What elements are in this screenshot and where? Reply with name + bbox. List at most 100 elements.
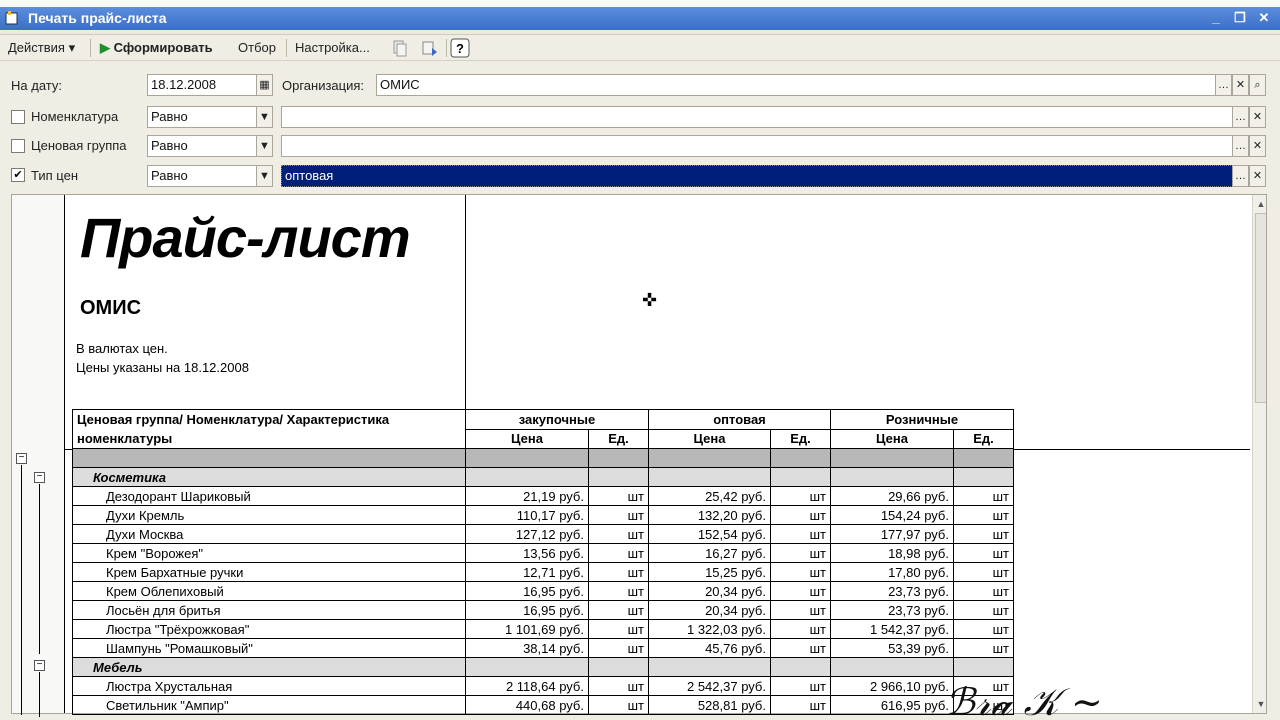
table-row[interactable]: Светильник "Ампир" 440,68 руб. шт 528,81 ру… (72, 695, 1014, 715)
help-icon[interactable]: ? (450, 38, 470, 58)
purchase-price: 127,12 руб. (465, 524, 589, 544)
maximize-icon[interactable]: ❐ (1230, 9, 1250, 27)
group-row[interactable]: Косметика (72, 467, 1014, 487)
chevron-down-icon[interactable]: ▼ (256, 106, 273, 128)
purchase-price: 13,56 руб. (465, 543, 589, 563)
price-type-clear-icon[interactable]: ✕ (1249, 165, 1266, 187)
minimize-icon[interactable]: _ (1206, 9, 1226, 27)
table-total-row (72, 448, 1014, 468)
table-row[interactable]: Крем Бархатные ручки 12,71 руб. шт 15,25 ру… (72, 562, 1014, 582)
group-row[interactable]: Мебель (72, 657, 1014, 677)
table-row[interactable]: Духи Кремль 110,17 руб. шт 132,20 руб. шт 154… (72, 505, 1014, 525)
collapse-all-icon[interactable]: − (16, 453, 27, 464)
item-name: Лосьён для бритья (72, 600, 466, 620)
calendar-icon[interactable]: ▦ (256, 74, 273, 96)
table-row[interactable]: Крем Облепиховый 16,95 руб. шт 20,34 руб. шт… (72, 581, 1014, 601)
toolbar-divider (446, 39, 447, 57)
wholesale-unit: шт (770, 619, 831, 639)
column-header-price: Цена (830, 428, 954, 449)
scroll-down-icon[interactable]: ▼ (1254, 697, 1266, 711)
table-row[interactable]: Шампунь "Ромашковый" 38,14 руб. шт 45,76 ру… (72, 638, 1014, 658)
nomenclature-checkbox[interactable] (11, 110, 25, 124)
wholesale-unit: шт (770, 581, 831, 601)
table-row[interactable]: Дезодорант Шариковый 21,19 руб. шт 25,42 ру… (72, 486, 1014, 506)
table-row[interactable]: Люстра Хрустальная 2 118,64 руб. шт 2 542,3… (72, 676, 1014, 696)
chevron-down-icon[interactable]: ▼ (256, 135, 273, 157)
price-type-value-field[interactable]: оптовая (281, 165, 1233, 187)
wholesale-price: 20,34 руб. (648, 581, 771, 601)
price-group-select-button[interactable]: … (1232, 135, 1249, 157)
wholesale-price: 132,20 руб. (648, 505, 771, 525)
retail-unit: шт (953, 638, 1014, 658)
collapse-group-icon[interactable]: − (34, 472, 45, 483)
close-icon[interactable]: ✕ (1254, 9, 1274, 27)
vertical-scrollbar[interactable]: ▲ ▼ (1252, 195, 1266, 713)
generate-button[interactable]: ▶ Сформировать (100, 39, 213, 59)
wholesale-price: 2 542,37 руб. (648, 676, 771, 696)
date-field[interactable]: 18.12.2008 (147, 74, 257, 96)
actions-menu[interactable]: Действия ▾ (8, 39, 75, 59)
chevron-down-icon[interactable]: ▼ (256, 165, 273, 187)
wholesale-unit: шт (770, 676, 831, 696)
toolbar-divider (90, 39, 91, 57)
item-name: Люстра "Трёхрожковая" (72, 619, 466, 639)
title-bar: Печать прайс-листа _ ❐ ✕ (0, 0, 1280, 35)
price-group-clear-icon[interactable]: ✕ (1249, 135, 1266, 157)
wholesale-unit: шт (770, 486, 831, 506)
retail-unit: шт (953, 581, 1014, 601)
copy-icon[interactable] (390, 38, 410, 58)
settings-button[interactable]: Настройка... (295, 39, 370, 59)
purchase-price: 16,95 руб. (465, 581, 589, 601)
price-group-value-field[interactable] (281, 135, 1233, 157)
column-header-price: Цена (648, 428, 771, 449)
nomenclature-select-button[interactable]: … (1232, 106, 1249, 128)
retail-price: 53,39 руб. (830, 638, 954, 658)
refresh-icon[interactable] (420, 38, 440, 58)
scroll-thumb[interactable] (1255, 213, 1266, 403)
retail-price: 23,73 руб. (830, 600, 954, 620)
price-group-checkbox[interactable] (11, 139, 25, 153)
retail-price: 17,80 руб. (830, 562, 954, 582)
table-row[interactable]: Крем "Ворожея" 13,56 руб. шт 16,27 руб. шт 18… (72, 543, 1014, 563)
org-select-button[interactable]: … (1215, 74, 1232, 96)
toolbar: Действия ▾ ▶ Сформировать Отбор Настройк… (0, 35, 1280, 61)
nomenclature-condition-select[interactable]: Равно (147, 106, 257, 128)
play-icon: ▶ (100, 40, 110, 55)
purchase-unit: шт (588, 581, 649, 601)
column-header-unit: Ед. (588, 428, 649, 449)
price-group-condition-select[interactable]: Равно (147, 135, 257, 157)
table-row[interactable]: Лосьён для бритья 16,95 руб. шт 20,34 руб. ш… (72, 600, 1014, 620)
table-row[interactable]: Люстра "Трёхрожковая" 1 101,69 руб. шт 1 32… (72, 619, 1014, 639)
price-type-checkbox[interactable]: ✔ (11, 168, 25, 182)
nomenclature-value-field[interactable] (281, 106, 1233, 128)
wholesale-price: 20,34 руб. (648, 600, 771, 620)
price-type-select-button[interactable]: … (1232, 165, 1249, 187)
column-header-price: Цена (465, 428, 589, 449)
organization-field[interactable]: ОМИС (376, 74, 1216, 96)
wholesale-unit: шт (770, 600, 831, 620)
collapse-group-icon[interactable]: − (34, 660, 45, 671)
retail-unit: шт (953, 600, 1014, 620)
retail-price: 18,98 руб. (830, 543, 954, 563)
report-title: Прайс-лист (80, 206, 411, 269)
purchase-unit: шт (588, 486, 649, 506)
wholesale-price: 152,54 руб. (648, 524, 771, 544)
purchase-price: 16,95 руб. (465, 600, 589, 620)
org-label: Организация: (282, 78, 365, 93)
retail-unit: шт (953, 505, 1014, 525)
nomenclature-clear-icon[interactable]: ✕ (1249, 106, 1266, 128)
table-row[interactable]: Духи Москва 127,12 руб. шт 152,54 руб. шт 177… (72, 524, 1014, 544)
purchase-price: 110,17 руб. (465, 505, 589, 525)
wholesale-price: 1 322,03 руб. (648, 619, 771, 639)
price-type-condition-select[interactable]: Равно (147, 165, 257, 187)
price-group-label: Ценовая группа (31, 138, 127, 153)
org-search-icon[interactable]: ⌕ (1249, 74, 1266, 96)
app-icon (5, 11, 18, 25)
scroll-up-icon[interactable]: ▲ (1254, 197, 1266, 211)
wholesale-unit: шт (770, 505, 831, 525)
retail-unit: шт (953, 486, 1014, 506)
filter-button[interactable]: Отбор (238, 39, 276, 59)
nomenclature-label: Номенклатура (31, 109, 119, 124)
org-clear-icon[interactable]: ✕ (1232, 74, 1249, 96)
actions-label: Действия (8, 40, 65, 55)
